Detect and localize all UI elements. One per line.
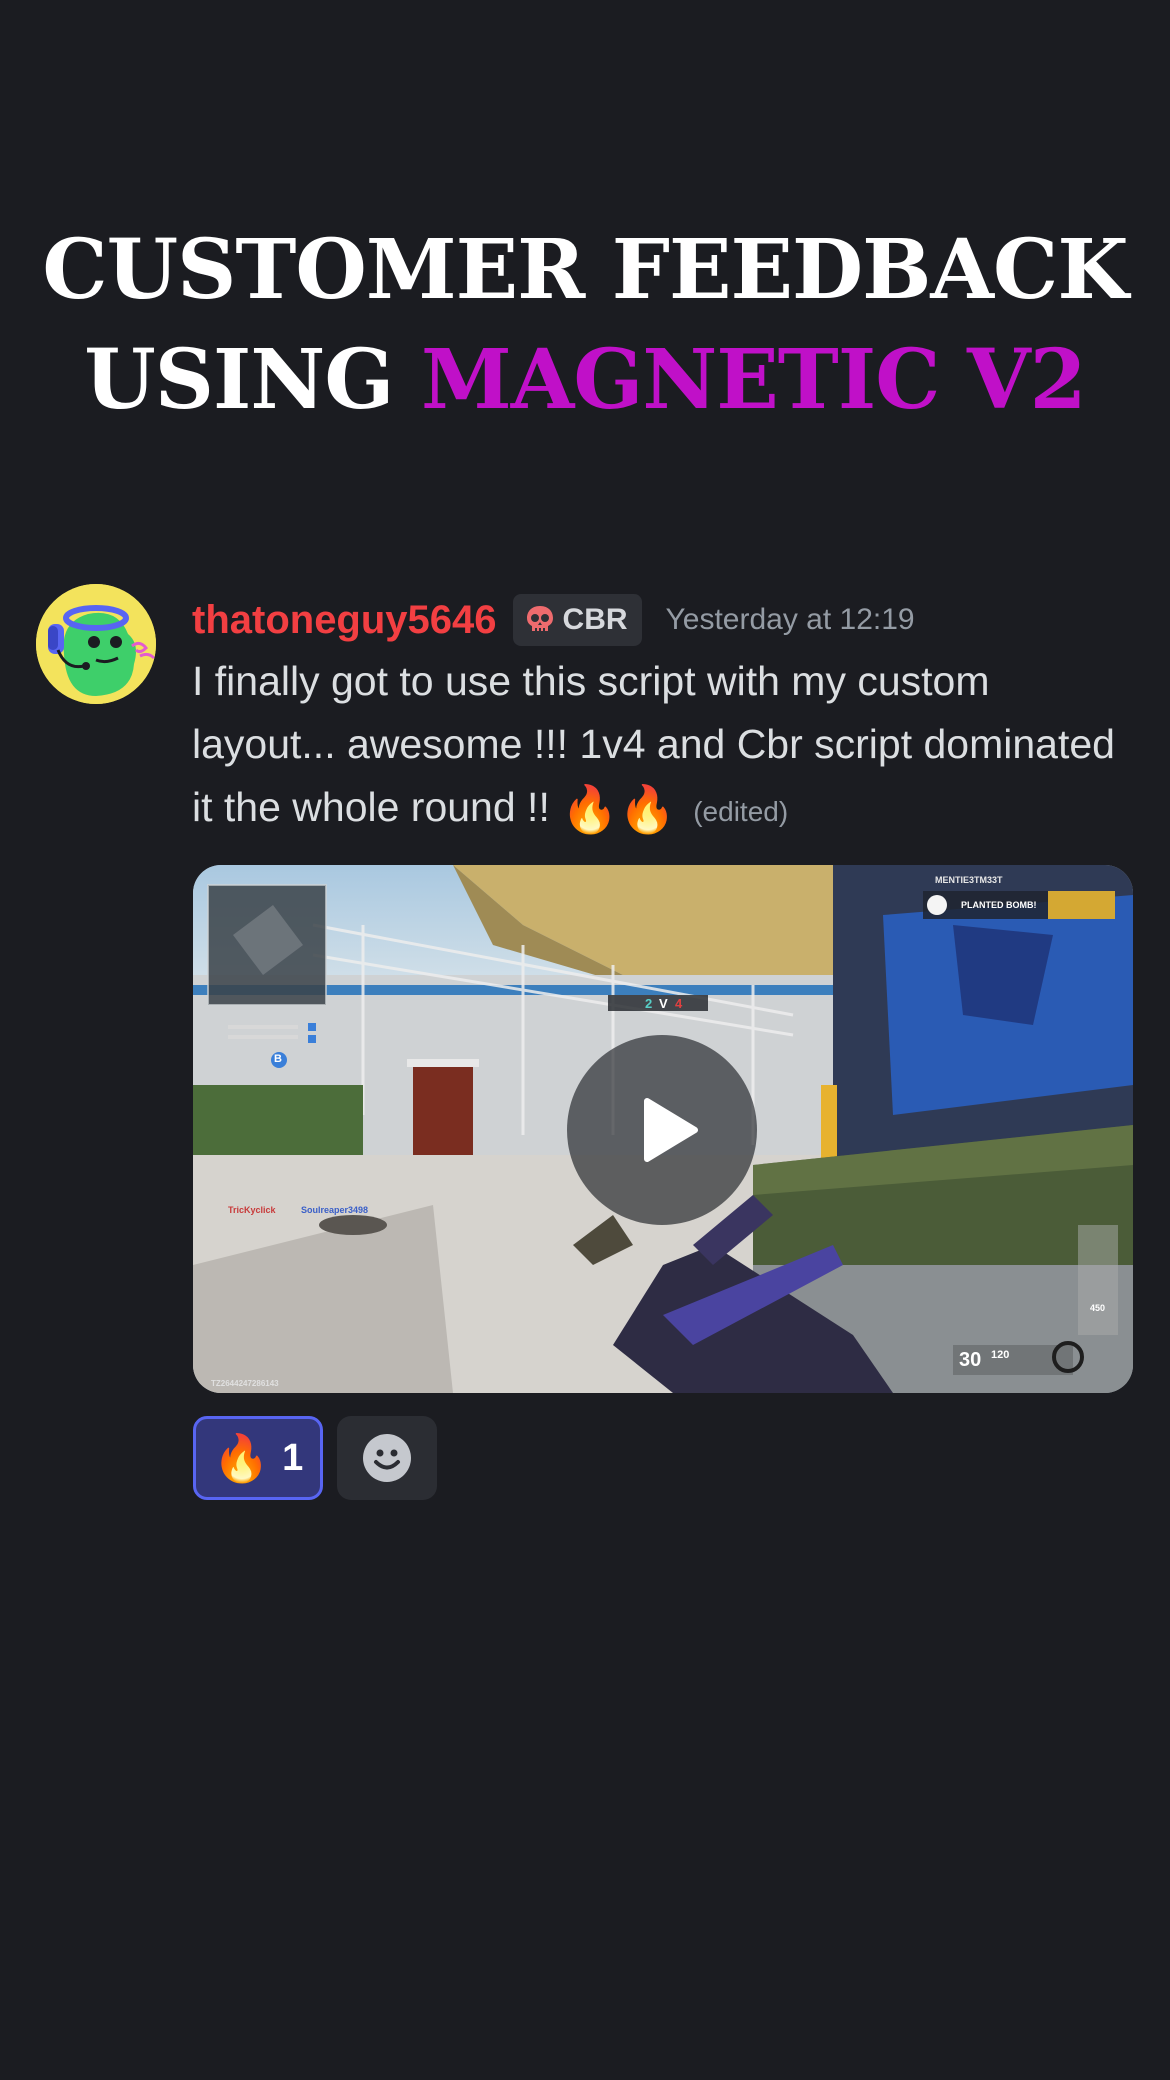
hud-player-1: TricKyclick bbox=[228, 1205, 276, 1215]
video-attachment[interactable]: 2 V 4 MENTIE3TM33T PLANTED BOMB! TricKyc… bbox=[193, 865, 1133, 1393]
hud-killfeed-name: MENTIE3TM33T bbox=[935, 875, 1003, 885]
headline-line-2: USING MAGNETIC V2 bbox=[0, 325, 1170, 435]
add-reaction-icon bbox=[363, 1434, 411, 1482]
skull-icon bbox=[526, 606, 553, 631]
reaction-emoji: 🔥 bbox=[212, 1430, 271, 1485]
headline-line-1: CUSTOMER FEEDBACK bbox=[42, 222, 1128, 318]
fire-emoji: 🔥 bbox=[561, 783, 619, 835]
avatar[interactable] bbox=[36, 584, 156, 704]
edited-label: (edited) bbox=[693, 796, 789, 827]
hud-killfeed-event: PLANTED BOMB! bbox=[961, 900, 1037, 910]
hud-score-left: 2 bbox=[645, 996, 653, 1011]
fire-emoji: 🔥 bbox=[618, 783, 676, 835]
message-header: thatoneguy5646 CBR Yesterday at 12:19 bbox=[192, 590, 915, 650]
hud-score-right: 4 bbox=[675, 996, 683, 1011]
hud-score-separator: V bbox=[659, 996, 668, 1011]
reaction-fire[interactable]: 🔥 1 bbox=[193, 1416, 323, 1500]
play-icon bbox=[644, 1098, 698, 1162]
timestamp: Yesterday at 12:19 bbox=[665, 603, 915, 636]
headline: CUSTOMER FEEDBACK USING MAGNETIC V2 bbox=[0, 215, 1170, 435]
hud-ammo: 30 bbox=[959, 1349, 982, 1371]
avatar-image bbox=[36, 584, 156, 704]
reactions-bar: 🔥 1 bbox=[193, 1416, 437, 1500]
hud-ammo-reserve: 120 bbox=[991, 1349, 1010, 1361]
message-text: I finally got to use this script with my… bbox=[192, 650, 1122, 843]
play-button[interactable] bbox=[567, 1035, 757, 1225]
hud-bottom-id: TZ2644247286143 bbox=[211, 1379, 279, 1388]
add-reaction-button[interactable] bbox=[337, 1416, 437, 1500]
server-tag[interactable]: CBR bbox=[512, 594, 642, 646]
username[interactable]: thatoneguy5646 bbox=[192, 598, 497, 643]
hud-objective: B bbox=[274, 1053, 282, 1065]
headline-plain: USING bbox=[84, 332, 394, 428]
headline-accent: MAGNETIC V2 bbox=[420, 332, 1087, 428]
server-tag-label: CBR bbox=[562, 603, 628, 636]
hud-side-count: 450 bbox=[1090, 1303, 1106, 1313]
hud-player-2: Soulreaper3498 bbox=[301, 1205, 369, 1215]
reaction-count: 1 bbox=[282, 1436, 304, 1479]
